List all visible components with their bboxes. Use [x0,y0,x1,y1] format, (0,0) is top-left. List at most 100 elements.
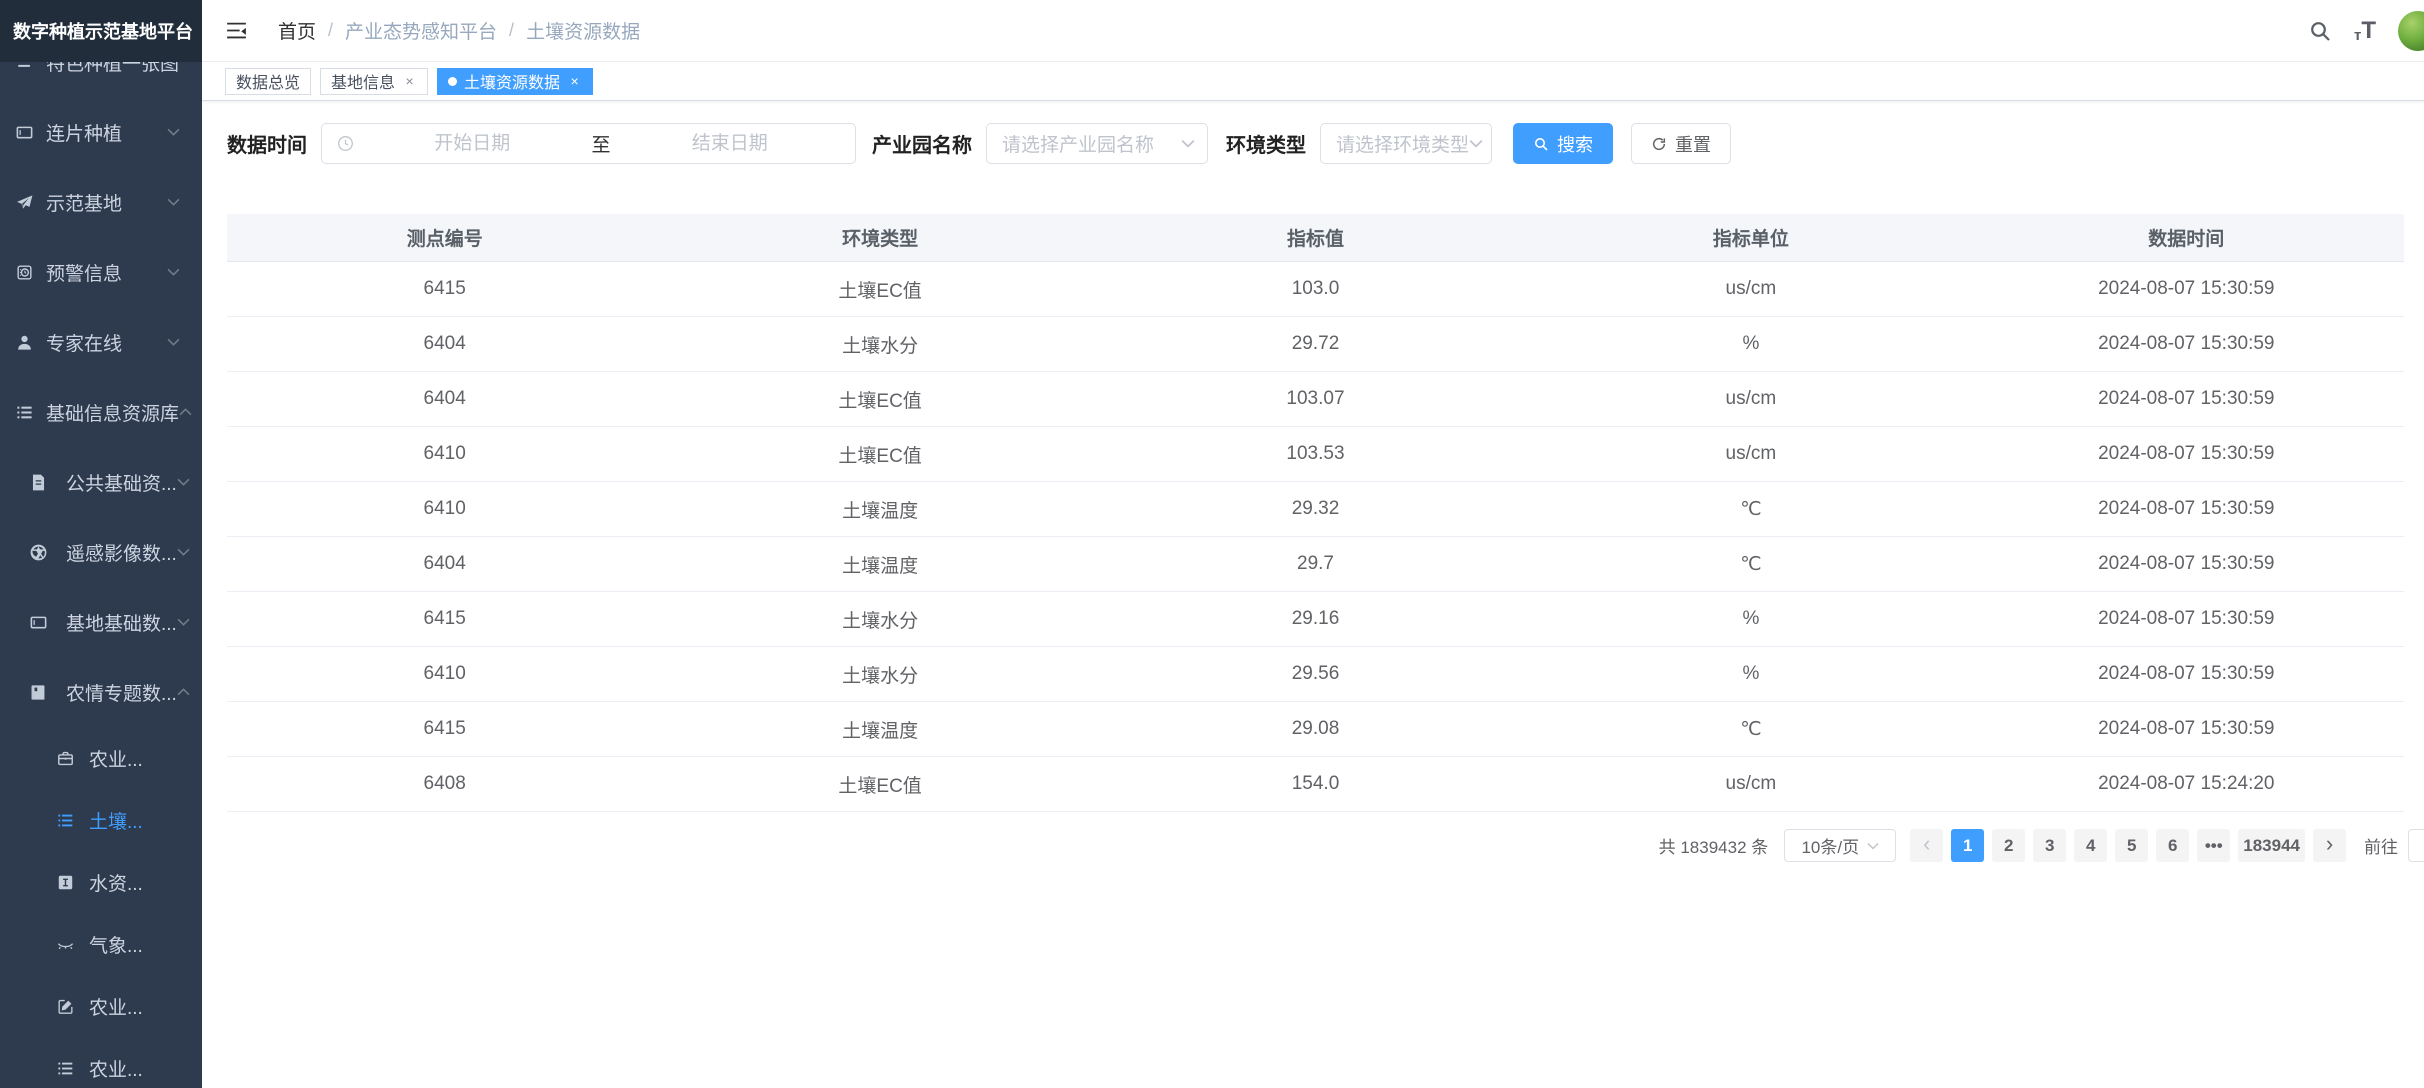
sidebar-item-water-res[interactable]: 水资... [0,851,202,913]
date-range-picker[interactable]: 至 [321,123,856,164]
chevron-down-icon [177,478,190,486]
chevron-down-icon [1181,139,1195,148]
table-row: 6410土壤水分29.56%2024-08-07 15:30:59 [227,647,2404,702]
document-icon [28,472,48,492]
clock-icon [336,134,355,153]
search-icon[interactable] [2308,19,2332,43]
page-button-1[interactable]: 1 [1951,829,1984,862]
app-root: 数字种植示范基地平台 特色种植一张图 连片种植 示范基地 [0,0,2424,1088]
start-date-input[interactable] [359,133,586,155]
search-button[interactable]: 搜索 [1513,123,1613,164]
sidebar-item-demo-base[interactable]: 示范基地 [0,167,202,237]
sidebar-collapse-icon[interactable] [224,18,250,44]
edit-icon [55,996,75,1016]
table-header: 测点编号 环境类型 指标值 指标单位 数据时间 [227,214,2404,262]
notebook-icon [28,682,48,702]
table-row: 6415土壤温度29.08℃2024-08-07 15:30:59 [227,702,2404,757]
sidebar-item-warning-info[interactable]: 预警信息 [0,237,202,307]
soil-list-icon [55,810,75,830]
goto-page: 前往 [2364,829,2404,862]
navbar-right: тT [2308,11,2406,51]
prev-page-button[interactable]: ‹ [1910,829,1943,862]
close-icon[interactable]: × [402,74,417,89]
sidebar-item-weather[interactable]: 气象... [0,913,202,975]
filter-row: 数据时间 至 产业园名称 请选择产业园名称 环境类型 请选择环境类型 [227,123,2404,164]
chevron-down-icon [177,618,190,626]
sidebar-item-agri-2[interactable]: 农业... [0,975,202,1037]
table-row: 6404土壤EC值103.07us/cm2024-08-07 15:30:59 [227,372,2404,427]
table-row: 6410土壤温度29.32℃2024-08-07 15:30:59 [227,482,2404,537]
goto-page-input[interactable] [2408,829,2424,862]
table-row: 6404土壤水分29.72%2024-08-07 15:30:59 [227,317,2404,372]
sidebar-item-remote-sensing[interactable]: 遥感影像数... [0,517,202,587]
breadcrumb-platform[interactable]: 产业态势感知平台 [345,17,497,44]
page-button-4[interactable]: 4 [2074,829,2107,862]
sidebar-item-public-basic-res[interactable]: 公共基础资... [0,447,202,517]
sidebar-item-agri-3[interactable]: 农业... [0,1037,202,1088]
page-button-last[interactable]: 183944 [2238,829,2305,862]
tab-soil-resource-data[interactable]: 土壤资源数据 × [437,68,593,95]
park-filter-label: 产业园名称 [872,129,972,158]
avatar[interactable] [2398,11,2424,51]
chevron-down-icon [167,198,180,206]
pager: ‹ 1 2 3 4 5 6 ••• 183944 › [1910,829,2346,862]
list-icon [55,1058,75,1078]
sidebar-item-basic-info-repo[interactable]: 基础信息资源库 [0,377,202,447]
sidebar-item-agri-topic-data[interactable]: 农情专题数... [0,657,202,727]
main-area: 首页 / 产业态势感知平台 / 土壤资源数据 тT 数据总览 [202,0,2424,1088]
user-icon [14,332,34,352]
chevron-down-icon [1867,842,1879,850]
page-button-6[interactable]: 6 [2156,829,2189,862]
table-row: 6410土壤EC值103.53us/cm2024-08-07 15:30:59 [227,427,2404,482]
tags-bar: 数据总览 基地信息 × 土壤资源数据 × [202,62,2424,101]
sidebar-item-agri-1[interactable]: 农业... [0,727,202,789]
end-date-input[interactable] [617,133,844,155]
breadcrumb: 首页 / 产业态势感知平台 / 土壤资源数据 [278,17,640,44]
alarm-icon [14,262,34,282]
sidebar-menu: 特色种植一张图 连片种植 示范基地 预警信息 [0,27,202,1088]
breadcrumb-home[interactable]: 首页 [278,17,316,44]
next-page-button[interactable]: › [2313,829,2346,862]
sidebar: 数字种植示范基地平台 特色种植一张图 连片种植 示范基地 [0,0,202,1088]
range-separator: 至 [586,130,617,157]
more-pages-button[interactable]: ••• [2197,829,2230,862]
chevron-down-icon [1469,139,1483,148]
briefcase-icon [55,748,75,768]
env-type-select[interactable]: 请选择环境类型 [1320,123,1492,164]
page-button-3[interactable]: 3 [2033,829,2066,862]
table-row: 6404土壤温度29.7℃2024-08-07 15:30:59 [227,537,2404,592]
content: 数据时间 至 产业园名称 请选择产业园名称 环境类型 请选择环境类型 [202,101,2424,1088]
env-filter-label: 环境类型 [1226,129,1306,158]
reset-button[interactable]: 重置 [1631,123,1731,164]
active-dot [448,77,457,86]
chevron-down-icon [167,338,180,346]
sidebar-item-base-basic-data[interactable]: 基地基础数... [0,587,202,657]
close-icon[interactable]: × [567,74,582,89]
monitor-icon [28,612,48,632]
soil-data-table: 测点编号 环境类型 指标值 指标单位 数据时间 6415土壤EC值103.0us… [227,214,2404,812]
sidebar-item-soil-active[interactable]: 土壤... [0,789,202,851]
tab-data-overview[interactable]: 数据总览 [225,68,311,95]
chevron-up-icon [177,688,190,696]
park-select[interactable]: 请选择产业园名称 [986,123,1208,164]
list-menu-icon [14,402,34,422]
weather-icon [55,934,75,954]
navbar: 首页 / 产业态势感知平台 / 土壤资源数据 тT [202,0,2424,62]
sidebar-item-lianpian-planting[interactable]: 连片种植 [0,97,202,167]
chevron-down-icon [167,268,180,276]
pagination-total: 共 1839432 条 [1659,833,1769,858]
sidebar-item-expert-online[interactable]: 专家在线 [0,307,202,377]
app-title: 数字种植示范基地平台 [0,0,202,62]
chevron-down-icon [177,548,190,556]
page-button-2[interactable]: 2 [1992,829,2025,862]
globe-icon [28,542,48,562]
breadcrumb-current: 土壤资源数据 [526,17,640,44]
date-filter-label: 数据时间 [227,129,307,158]
page-button-5[interactable]: 5 [2115,829,2148,862]
chevron-up-icon [179,408,192,416]
tab-base-info[interactable]: 基地信息 × [320,68,428,95]
table-row: 6408土壤EC值154.0us/cm2024-08-07 15:24:20 [227,757,2404,812]
page-size-select[interactable]: 10条/页 [1784,829,1896,862]
paper-plane-icon [14,192,34,212]
font-size-icon[interactable]: тT [2354,19,2376,43]
